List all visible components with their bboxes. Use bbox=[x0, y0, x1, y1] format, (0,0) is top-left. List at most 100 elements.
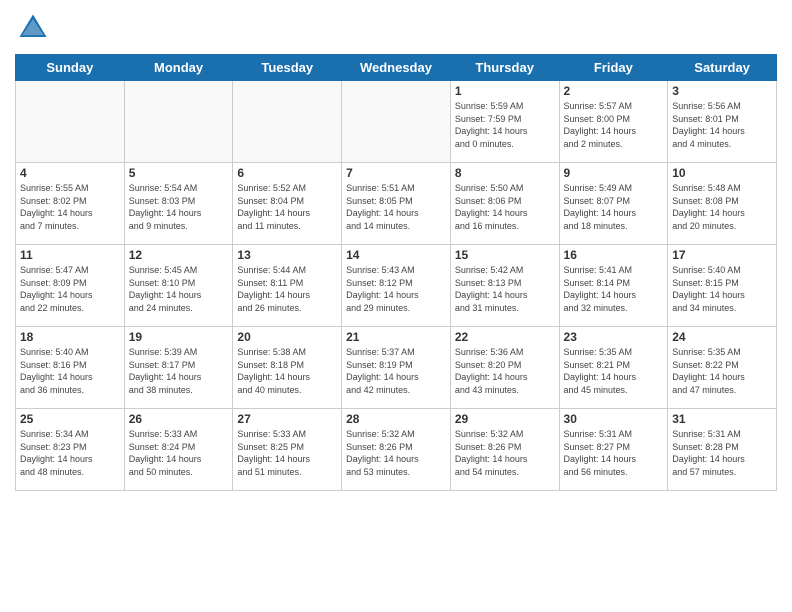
day-cell: 24 Sunrise: 5:35 AM Sunset: 8:22 PM Dayli… bbox=[668, 327, 777, 409]
day-cell: 21 Sunrise: 5:37 AM Sunset: 8:19 PM Dayli… bbox=[342, 327, 451, 409]
day-number: 11 bbox=[20, 248, 120, 262]
day-number: 1 bbox=[455, 84, 555, 98]
day-cell: 12 Sunrise: 5:45 AM Sunset: 8:10 PM Dayli… bbox=[124, 245, 233, 327]
day-info: Sunrise: 5:38 AM Sunset: 8:18 PM Dayligh… bbox=[237, 346, 337, 396]
day-number: 21 bbox=[346, 330, 446, 344]
day-cell: 19 Sunrise: 5:39 AM Sunset: 8:17 PM Dayli… bbox=[124, 327, 233, 409]
header-cell-friday: Friday bbox=[559, 55, 668, 81]
day-number: 2 bbox=[564, 84, 664, 98]
day-cell: 27 Sunrise: 5:33 AM Sunset: 8:25 PM Dayli… bbox=[233, 409, 342, 491]
day-info: Sunrise: 5:45 AM Sunset: 8:10 PM Dayligh… bbox=[129, 264, 229, 314]
calendar-header: SundayMondayTuesdayWednesdayThursdayFrid… bbox=[16, 55, 777, 81]
day-info: Sunrise: 5:36 AM Sunset: 8:20 PM Dayligh… bbox=[455, 346, 555, 396]
day-info: Sunrise: 5:31 AM Sunset: 8:27 PM Dayligh… bbox=[564, 428, 664, 478]
day-info: Sunrise: 5:47 AM Sunset: 8:09 PM Dayligh… bbox=[20, 264, 120, 314]
week-row-0: 1 Sunrise: 5:59 AM Sunset: 7:59 PM Daylig… bbox=[16, 81, 777, 163]
calendar-table: SundayMondayTuesdayWednesdayThursdayFrid… bbox=[15, 54, 777, 491]
day-number: 15 bbox=[455, 248, 555, 262]
day-cell: 26Sunrise: 5:33 AM Sunset: 8:24 PM Dayli… bbox=[124, 409, 233, 491]
logo-icon bbox=[15, 10, 51, 46]
day-info: Sunrise: 5:35 AM Sunset: 8:22 PM Dayligh… bbox=[672, 346, 772, 396]
day-number: 25 bbox=[20, 412, 120, 426]
day-info: Sunrise: 5:32 AM Sunset: 8:26 PM Dayligh… bbox=[346, 428, 446, 478]
day-info: Sunrise: 5:41 AM Sunset: 8:14 PM Dayligh… bbox=[564, 264, 664, 314]
day-number: 22 bbox=[455, 330, 555, 344]
day-info: Sunrise: 5:56 AM Sunset: 8:01 PM Dayligh… bbox=[672, 100, 772, 150]
day-info: Sunrise: 5:50 AM Sunset: 8:06 PM Dayligh… bbox=[455, 182, 555, 232]
header-cell-saturday: Saturday bbox=[668, 55, 777, 81]
calendar-body: 1 Sunrise: 5:59 AM Sunset: 7:59 PM Daylig… bbox=[16, 81, 777, 491]
day-cell bbox=[124, 81, 233, 163]
day-number: 6 bbox=[237, 166, 337, 180]
day-info: Sunrise: 5:48 AM Sunset: 8:08 PM Dayligh… bbox=[672, 182, 772, 232]
header-cell-wednesday: Wednesday bbox=[342, 55, 451, 81]
week-row-3: 18 Sunrise: 5:40 AM Sunset: 8:16 PM Dayli… bbox=[16, 327, 777, 409]
day-cell bbox=[233, 81, 342, 163]
day-cell: 2 Sunrise: 5:57 AM Sunset: 8:00 PM Daylig… bbox=[559, 81, 668, 163]
day-info: Sunrise: 5:55 AM Sunset: 8:02 PM Dayligh… bbox=[20, 182, 120, 232]
day-info: Sunrise: 5:57 AM Sunset: 8:00 PM Dayligh… bbox=[564, 100, 664, 150]
day-info: Sunrise: 5:51 AM Sunset: 8:05 PM Dayligh… bbox=[346, 182, 446, 232]
day-number: 20 bbox=[237, 330, 337, 344]
day-info: Sunrise: 5:40 AM Sunset: 8:15 PM Dayligh… bbox=[672, 264, 772, 314]
day-number: 17 bbox=[672, 248, 772, 262]
day-info: Sunrise: 5:52 AM Sunset: 8:04 PM Dayligh… bbox=[237, 182, 337, 232]
header bbox=[15, 10, 777, 46]
day-cell: 15 Sunrise: 5:42 AM Sunset: 8:13 PM Dayli… bbox=[450, 245, 559, 327]
day-info: Sunrise: 5:31 AM Sunset: 8:28 PM Dayligh… bbox=[672, 428, 772, 478]
day-number: 14 bbox=[346, 248, 446, 262]
day-number: 26 bbox=[129, 412, 229, 426]
day-number: 13 bbox=[237, 248, 337, 262]
day-info: Sunrise: 5:34 AM Sunset: 8:23 PM Dayligh… bbox=[20, 428, 120, 478]
day-cell: 23Sunrise: 5:35 AM Sunset: 8:21 PM Dayli… bbox=[559, 327, 668, 409]
day-cell: 4 Sunrise: 5:55 AM Sunset: 8:02 PM Daylig… bbox=[16, 163, 125, 245]
day-cell: 6 Sunrise: 5:52 AM Sunset: 8:04 PM Daylig… bbox=[233, 163, 342, 245]
day-cell: 29Sunrise: 5:32 AM Sunset: 8:26 PM Dayli… bbox=[450, 409, 559, 491]
day-number: 31 bbox=[672, 412, 772, 426]
day-cell: 25 Sunrise: 5:34 AM Sunset: 8:23 PM Dayli… bbox=[16, 409, 125, 491]
day-cell: 9Sunrise: 5:49 AM Sunset: 8:07 PM Daylig… bbox=[559, 163, 668, 245]
header-cell-sunday: Sunday bbox=[16, 55, 125, 81]
day-cell: 18 Sunrise: 5:40 AM Sunset: 8:16 PM Dayli… bbox=[16, 327, 125, 409]
day-cell: 28Sunrise: 5:32 AM Sunset: 8:26 PM Dayli… bbox=[342, 409, 451, 491]
day-number: 8 bbox=[455, 166, 555, 180]
day-info: Sunrise: 5:39 AM Sunset: 8:17 PM Dayligh… bbox=[129, 346, 229, 396]
header-cell-monday: Monday bbox=[124, 55, 233, 81]
day-info: Sunrise: 5:35 AM Sunset: 8:21 PM Dayligh… bbox=[564, 346, 664, 396]
day-info: Sunrise: 5:44 AM Sunset: 8:11 PM Dayligh… bbox=[237, 264, 337, 314]
header-cell-thursday: Thursday bbox=[450, 55, 559, 81]
day-number: 16 bbox=[564, 248, 664, 262]
day-cell: 1 Sunrise: 5:59 AM Sunset: 7:59 PM Daylig… bbox=[450, 81, 559, 163]
day-cell: 5 Sunrise: 5:54 AM Sunset: 8:03 PM Daylig… bbox=[124, 163, 233, 245]
day-cell: 8 Sunrise: 5:50 AM Sunset: 8:06 PM Daylig… bbox=[450, 163, 559, 245]
day-cell bbox=[342, 81, 451, 163]
day-cell: 7 Sunrise: 5:51 AM Sunset: 8:05 PM Daylig… bbox=[342, 163, 451, 245]
logo bbox=[15, 10, 55, 46]
day-number: 5 bbox=[129, 166, 229, 180]
day-cell: 11 Sunrise: 5:47 AM Sunset: 8:09 PM Dayli… bbox=[16, 245, 125, 327]
day-number: 4 bbox=[20, 166, 120, 180]
day-number: 18 bbox=[20, 330, 120, 344]
day-info: Sunrise: 5:59 AM Sunset: 7:59 PM Dayligh… bbox=[455, 100, 555, 150]
day-cell: 30 Sunrise: 5:31 AM Sunset: 8:27 PM Dayli… bbox=[559, 409, 668, 491]
day-info: Sunrise: 5:42 AM Sunset: 8:13 PM Dayligh… bbox=[455, 264, 555, 314]
day-cell: 16 Sunrise: 5:41 AM Sunset: 8:14 PM Dayli… bbox=[559, 245, 668, 327]
day-number: 24 bbox=[672, 330, 772, 344]
day-number: 12 bbox=[129, 248, 229, 262]
day-number: 27 bbox=[237, 412, 337, 426]
day-info: Sunrise: 5:40 AM Sunset: 8:16 PM Dayligh… bbox=[20, 346, 120, 396]
week-row-1: 4 Sunrise: 5:55 AM Sunset: 8:02 PM Daylig… bbox=[16, 163, 777, 245]
day-info: Sunrise: 5:33 AM Sunset: 8:25 PM Dayligh… bbox=[237, 428, 337, 478]
day-info: Sunrise: 5:54 AM Sunset: 8:03 PM Dayligh… bbox=[129, 182, 229, 232]
day-number: 29 bbox=[455, 412, 555, 426]
day-info: Sunrise: 5:43 AM Sunset: 8:12 PM Dayligh… bbox=[346, 264, 446, 314]
day-number: 7 bbox=[346, 166, 446, 180]
day-info: Sunrise: 5:37 AM Sunset: 8:19 PM Dayligh… bbox=[346, 346, 446, 396]
header-cell-tuesday: Tuesday bbox=[233, 55, 342, 81]
day-number: 3 bbox=[672, 84, 772, 98]
day-number: 30 bbox=[564, 412, 664, 426]
day-number: 19 bbox=[129, 330, 229, 344]
day-cell bbox=[16, 81, 125, 163]
day-cell: 3 Sunrise: 5:56 AM Sunset: 8:01 PM Daylig… bbox=[668, 81, 777, 163]
day-cell: 22 Sunrise: 5:36 AM Sunset: 8:20 PM Dayli… bbox=[450, 327, 559, 409]
